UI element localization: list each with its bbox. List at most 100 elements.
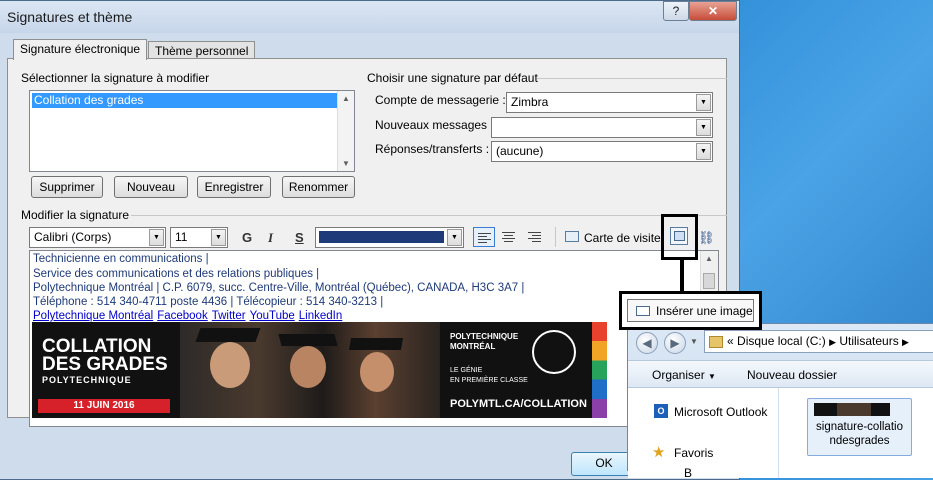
account-label: Compte de messagerie : [375, 93, 506, 107]
bold-button[interactable]: G [242, 230, 252, 245]
size-value: 11 [175, 230, 188, 244]
organize-label: Organiser [652, 368, 705, 382]
file-name-1: signature-collatio [816, 421, 903, 433]
scroll-up-icon[interactable]: ▲ [705, 254, 713, 263]
chevron-right-icon: ▶ [829, 337, 836, 347]
underline-button[interactable]: S [295, 230, 304, 245]
new-button[interactable]: Nouveau [114, 176, 188, 198]
help-button[interactable]: ? [663, 1, 689, 21]
size-select[interactable]: 11 ▼ [170, 227, 228, 248]
account-select[interactable]: Zimbra ▼ [506, 92, 713, 113]
school-name-1: POLYTECHNIQUE [450, 332, 519, 341]
section-divider [131, 215, 727, 216]
banner-url: POLYMTL.CA/COLLATION [450, 398, 587, 410]
nav-item-outlook[interactable]: Microsoft Outlook [674, 405, 767, 419]
path-prefix: « [727, 334, 734, 348]
align-center-button[interactable] [498, 227, 520, 247]
align-right-button[interactable] [524, 227, 546, 247]
signature-banner-image: COLLATION DES GRADES POLYTECHNIQUE 11 JU… [32, 322, 607, 418]
link-facebook[interactable]: Facebook [157, 310, 208, 322]
list-scrollbar[interactable]: ▲ ▼ [337, 91, 354, 171]
banner-date: 11 JUIN 2016 [38, 399, 170, 413]
business-card-icon [565, 231, 579, 242]
font-select[interactable]: Calibri (Corps) ▼ [29, 227, 166, 248]
title-bar: Signatures et thème ? ✕ [0, 1, 739, 33]
replies-label: Réponses/transferts : [375, 142, 490, 156]
signature-line: Technicienne en communications | [33, 253, 209, 265]
tooltip-label: Insérer une image [656, 304, 753, 318]
scroll-thumb[interactable] [703, 273, 715, 289]
organize-button[interactable]: Organiser ▼ [652, 368, 716, 382]
file-item[interactable]: signature-collatio ndesgrades [807, 398, 912, 456]
align-left-icon [478, 233, 491, 245]
scroll-up-icon[interactable]: ▲ [342, 94, 350, 103]
callout-connector [680, 260, 684, 293]
chevron-down-icon[interactable]: ▼ [696, 119, 711, 136]
file-list: signature-collatio ndesgrades [778, 388, 933, 478]
scroll-down-icon[interactable]: ▼ [342, 159, 350, 168]
font-value: Calibri (Corps) [34, 230, 112, 244]
motto-2: EN PREMIÈRE CLASSE [450, 377, 528, 384]
default-signature-group-label: Choisir une signature par défaut [367, 71, 538, 85]
chevron-down-icon[interactable]: ▼ [696, 94, 711, 111]
link-polytechnique[interactable]: Polytechnique Montréal [33, 310, 153, 322]
chevron-down-icon[interactable]: ▼ [447, 229, 462, 246]
insert-image-highlight [661, 214, 698, 260]
close-button[interactable]: ✕ [689, 1, 737, 21]
forward-icon[interactable]: ▶ [664, 332, 686, 354]
chevron-down-icon[interactable]: ▼ [149, 229, 164, 246]
path-folder[interactable]: Utilisateurs [839, 334, 898, 348]
hyperlink-icon[interactable]: ⛓ [698, 230, 715, 246]
align-right-icon [528, 232, 541, 244]
star-icon: ★ [652, 444, 666, 461]
signature-line: Service des communications et des relati… [33, 268, 320, 280]
list-item[interactable]: Collation des grades [32, 93, 338, 108]
explorer-toolbar: Organiser ▼ Nouveau dossier [628, 360, 933, 388]
chevron-down-icon[interactable]: ▼ [690, 337, 698, 346]
font-color-swatch [319, 231, 444, 243]
graduates-photo [180, 322, 440, 418]
font-color-select[interactable]: ▼ [315, 227, 464, 248]
tooltip-box: Insérer une image [627, 299, 754, 322]
chevron-down-icon[interactable]: ▼ [211, 229, 226, 246]
delete-button[interactable]: Supprimer [31, 176, 103, 198]
dialog-title: Signatures et thème [7, 9, 133, 25]
link-twitter[interactable]: Twitter [212, 310, 246, 322]
chevron-down-icon[interactable]: ▼ [696, 143, 711, 160]
school-seal-icon [532, 330, 576, 374]
signature-editor[interactable]: Technicienne en communications | Service… [29, 250, 719, 427]
signature-line: Téléphone : 514 340-4711 poste 4436 | Té… [33, 296, 384, 308]
chevron-right-icon: ▶ [902, 337, 909, 347]
insert-image-tooltip-callout: Insérer une image [619, 291, 762, 330]
new-messages-select[interactable]: ▼ [491, 117, 713, 138]
nav-item-favorites[interactable]: Favoris [674, 446, 713, 460]
italic-button[interactable]: I [268, 230, 273, 246]
path-drive[interactable]: Disque local (C:) [737, 334, 826, 348]
business-card-button[interactable]: Carte de visite [584, 231, 661, 245]
nav-item-partial[interactable]: B [684, 466, 692, 480]
signature-links: Polytechnique Montréal Facebook Twitter You… [33, 310, 346, 322]
signature-list[interactable]: Collation des grades ▲ ▼ [29, 90, 355, 172]
new-folder-button[interactable]: Nouveau dossier [747, 368, 837, 382]
address-bar[interactable]: « Disque local (C:) ▶ Utilisateurs ▶ [704, 330, 933, 353]
navigation-pane: O Microsoft Outlook ★ Favoris B [628, 388, 778, 480]
motto-1: LE GÉNIE [450, 367, 483, 374]
banner-subtitle: POLYTECHNIQUE [42, 375, 132, 385]
tab-signature[interactable]: Signature électronique [13, 39, 148, 60]
replies-select[interactable]: (aucune) ▼ [491, 141, 713, 162]
color-stripe [592, 322, 607, 418]
file-thumbnail [814, 403, 890, 416]
link-youtube[interactable]: YouTube [250, 310, 295, 322]
back-icon[interactable]: ◀ [636, 332, 658, 354]
edit-signature-group-label: Sélectionner la signature à modifier [21, 71, 210, 85]
link-linkedin[interactable]: LinkedIn [299, 310, 342, 322]
signature-line: Polytechnique Montréal | C.P. 6079, succ… [33, 282, 525, 294]
modify-signature-label: Modifier la signature [21, 208, 130, 222]
file-name-2: ndesgrades [829, 435, 890, 447]
replies-value: (aucune) [496, 144, 544, 158]
save-button[interactable]: Enregistrer [197, 176, 271, 198]
new-messages-label: Nouveaux messages : [375, 118, 494, 132]
align-left-button[interactable] [473, 227, 495, 247]
rename-button[interactable]: Renommer [282, 176, 355, 198]
account-value: Zimbra [511, 95, 549, 109]
